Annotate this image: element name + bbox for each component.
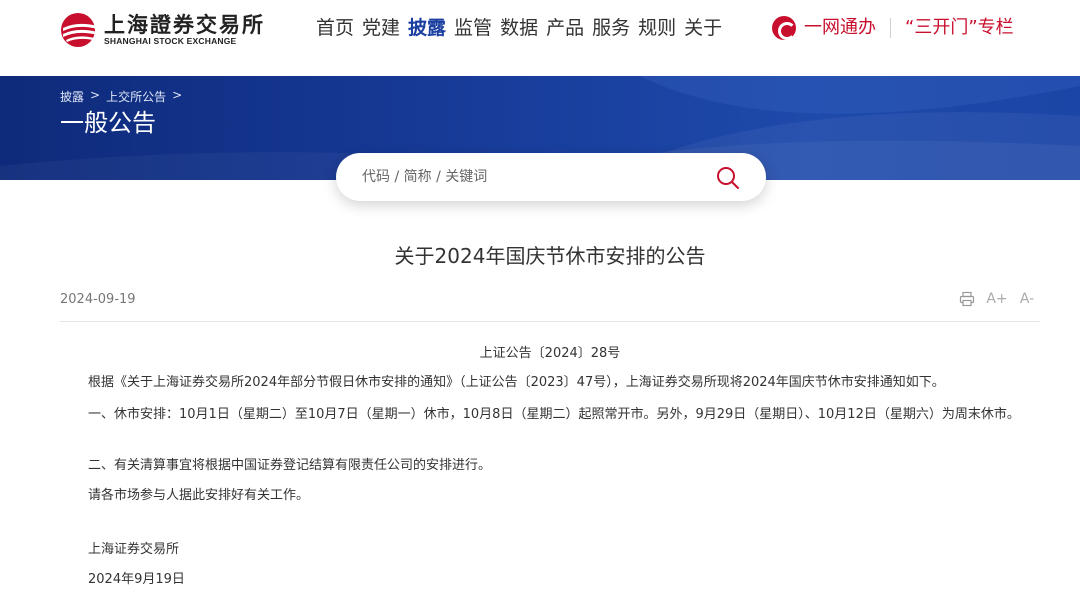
- header-right-links: 一网通办 “三开门”专栏: [772, 15, 1014, 41]
- nav-item-home[interactable]: 首页: [316, 15, 354, 41]
- nav-item-products[interactable]: 产品: [546, 15, 584, 41]
- article-paragraph: 一、休市安排：10月1日（星期二）至10月7日（星期一）休市，10月8日（星期二…: [88, 407, 1020, 422]
- site-header: 上海證券交易所 SHANGHAI STOCK EXCHANGE 首页 党建 披露…: [0, 0, 1080, 76]
- announcement-number: 上证公告〔2024〕28号: [479, 346, 621, 361]
- article-paragraph: 二、有关清算事宜将根据中国证券登记结算有限责任公司的安排进行。: [88, 458, 492, 473]
- logo-english-name: SHANGHAI STOCK EXCHANGE: [104, 35, 237, 46]
- breadcrumb: 披露 > 上交所公告 >: [60, 88, 188, 105]
- signature-date: 2024年9月19日: [88, 572, 185, 587]
- search-box: [336, 153, 766, 201]
- article-tools: A+ A-: [946, 290, 1036, 308]
- publish-date: 2024-09-19: [60, 292, 136, 307]
- font-decrease-button[interactable]: A-: [1018, 290, 1036, 308]
- page-title: 一般公告: [60, 109, 156, 137]
- one-network-link[interactable]: 一网通办: [804, 15, 876, 41]
- article-paragraph: 根据《关于上海证券交易所2024年部分节假日休市安排的通知》（上证公告〔2023…: [88, 375, 945, 390]
- article-title: 关于2024年国庆节休市安排的公告: [394, 244, 706, 268]
- article-meta-bar: 2024-09-19 A+ A-: [60, 290, 1040, 322]
- nav-item-services[interactable]: 服务: [592, 15, 630, 41]
- nav-item-rules[interactable]: 规则: [638, 15, 676, 41]
- breadcrumb-disclosure[interactable]: 披露: [60, 88, 84, 105]
- sse-logo[interactable]: 上海證券交易所 SHANGHAI STOCK EXCHANGE: [60, 10, 265, 50]
- nav-item-disclosure[interactable]: 披露: [408, 15, 446, 41]
- nav-item-party[interactable]: 党建: [362, 15, 400, 41]
- three-doors-column-link[interactable]: “三开门”专栏: [905, 15, 1014, 41]
- signature-issuer: 上海证券交易所: [88, 542, 180, 557]
- nav-item-about[interactable]: 关于: [684, 15, 722, 41]
- logo-chinese-name: 上海證券交易所: [104, 11, 265, 37]
- font-increase-button[interactable]: A+: [986, 290, 1007, 308]
- nav-item-supervision[interactable]: 监管: [454, 15, 492, 41]
- breadcrumb-separator: >: [90, 88, 101, 102]
- one-network-icon[interactable]: [772, 16, 796, 40]
- nav-item-data[interactable]: 数据: [500, 15, 538, 41]
- article-paragraph: 请各市场参与人据此安排好有关工作。: [88, 488, 310, 503]
- print-icon[interactable]: [958, 290, 976, 308]
- breadcrumb-sse-announcements[interactable]: 上交所公告: [106, 88, 166, 105]
- main-nav: 首页 党建 披露 监管 数据 产品 服务 规则 关于: [316, 15, 730, 41]
- search-icon[interactable]: [716, 166, 740, 190]
- search-input[interactable]: [362, 165, 692, 189]
- sse-logo-icon: [60, 12, 100, 48]
- breadcrumb-separator: >: [172, 88, 183, 102]
- header-divider: [890, 18, 891, 38]
